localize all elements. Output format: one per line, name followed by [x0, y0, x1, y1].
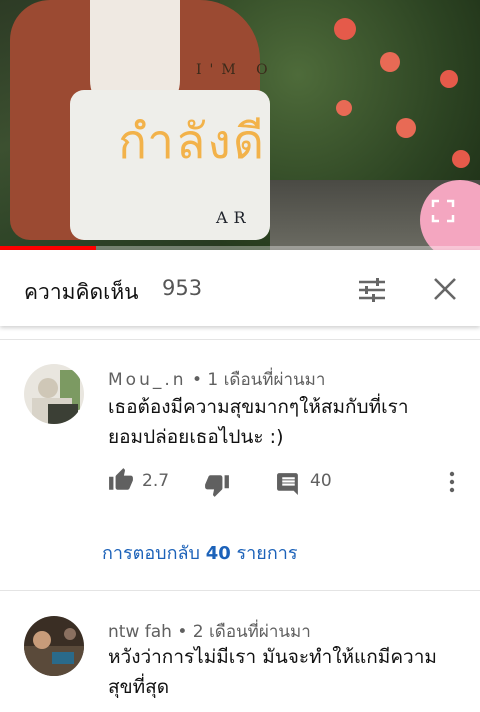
comment-text-line: หวังว่าการไม่มีเรา มันจะทำให้แกมีความ	[108, 646, 437, 668]
fullscreen-icon[interactable]	[430, 198, 456, 224]
view-replies-count: 40	[205, 543, 231, 564]
view-replies-link[interactable]: การตอบกลับ 40 รายการ	[102, 538, 298, 567]
meta-separator: •	[191, 370, 202, 390]
scene-flower	[380, 52, 400, 72]
reply-icon[interactable]	[276, 471, 301, 496]
scene-flower	[440, 70, 458, 88]
scene-flower	[334, 18, 356, 40]
like-icon[interactable]	[108, 467, 134, 493]
avatar[interactable]	[24, 616, 84, 676]
dislike-icon[interactable]	[204, 472, 230, 498]
divider	[0, 339, 480, 340]
comment-text: หวังว่าการไม่มีเรา มันจะทำให้แกมีความ สุ…	[108, 642, 458, 702]
divider	[0, 590, 480, 591]
scene-flower	[336, 100, 352, 116]
comments-title: ความคิดเห็น	[24, 280, 139, 304]
comments-count: 953	[162, 276, 203, 300]
close-icon[interactable]	[430, 274, 460, 304]
comment-meta: Mou_.n • 1 เดือนที่ผ่านมา	[108, 366, 325, 393]
video-player[interactable]: I'M O กำลังดี AR	[0, 0, 480, 250]
avatar-image	[24, 616, 84, 676]
avatar-image	[24, 364, 84, 424]
reply-count: 40	[310, 471, 332, 491]
scene-flower	[452, 150, 470, 168]
meta-separator: •	[177, 622, 188, 642]
comment-meta: ntw fah • 2 เดือนที่ผ่านมา	[108, 618, 311, 645]
comment-author[interactable]: ntw fah	[108, 622, 172, 642]
video-overlay-text: I'M O	[196, 62, 276, 78]
avatar[interactable]	[24, 364, 84, 424]
comment-time: 1 เดือนที่ผ่านมา	[207, 370, 326, 390]
like-count: 2.7	[142, 471, 170, 491]
comment-text-line: สุขที่สุด	[108, 676, 170, 698]
comment-time: 2 เดือนที่ผ่านมา	[192, 622, 311, 642]
video-overlay-title: กำลังดี	[118, 114, 267, 170]
filter-sort-icon[interactable]	[356, 274, 388, 306]
comment-text-line: ยอมปล่อยเธอไปนะ :)	[108, 426, 284, 448]
comment-text-line: เธอต้องมีความสุขมากๆให้สมกับที่เรา	[108, 396, 409, 418]
view-replies-prefix: การตอบกลับ	[102, 543, 200, 564]
video-overlay-text-bottom: AR	[216, 208, 252, 227]
view-replies-suffix: รายการ	[236, 543, 298, 564]
scene-flower	[396, 118, 416, 138]
more-options-icon[interactable]	[448, 470, 456, 494]
comment-text: เธอต้องมีความสุขมากๆให้สมกับที่เรา ยอมปล…	[108, 392, 458, 452]
comment-author[interactable]: Mou_.n	[108, 370, 187, 390]
